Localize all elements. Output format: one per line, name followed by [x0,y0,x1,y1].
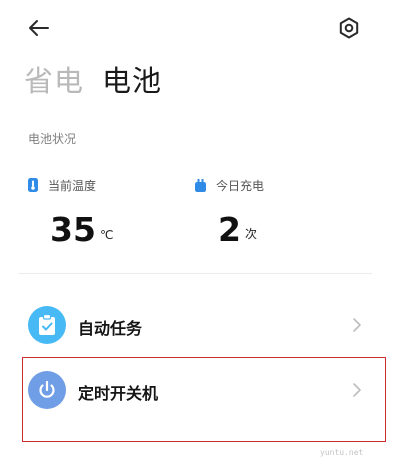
temperature-label-row: 当前温度 [28,176,96,194]
list-item-auto-task[interactable]: 自动任务 [22,296,382,356]
charge-count-label-row: 今日充电 [195,176,264,194]
hexagon-settings-icon [339,17,359,39]
highlight-box [22,357,386,442]
charge-count-label: 今日充电 [216,178,265,193]
auto-task-label: 自动任务 [78,319,143,338]
charging-icon [195,178,206,192]
temperature-value-row: 35 ℃ [50,200,113,246]
tab-power-saving[interactable]: 省电 [24,58,84,100]
tab-battery[interactable]: 电池 [102,58,162,100]
thermometer-icon [28,178,38,192]
section-title: 电池状况 [28,132,77,146]
charge-count-unit: 次 [244,227,257,241]
charge-count-value-row: 2 次 [218,200,257,246]
settings-button[interactable] [330,10,368,46]
charge-count-value: 2 [218,210,241,249]
temperature-value: 35 [50,210,96,249]
arrow-left-icon [29,20,49,36]
clipboard-check-icon [28,306,66,344]
chevron-right-icon [353,318,361,332]
divider [18,273,372,274]
temperature-unit: ℃ [99,228,114,242]
back-button[interactable] [18,10,58,46]
temperature-label: 当前温度 [48,178,97,193]
watermark: yuntu.net [320,448,364,457]
